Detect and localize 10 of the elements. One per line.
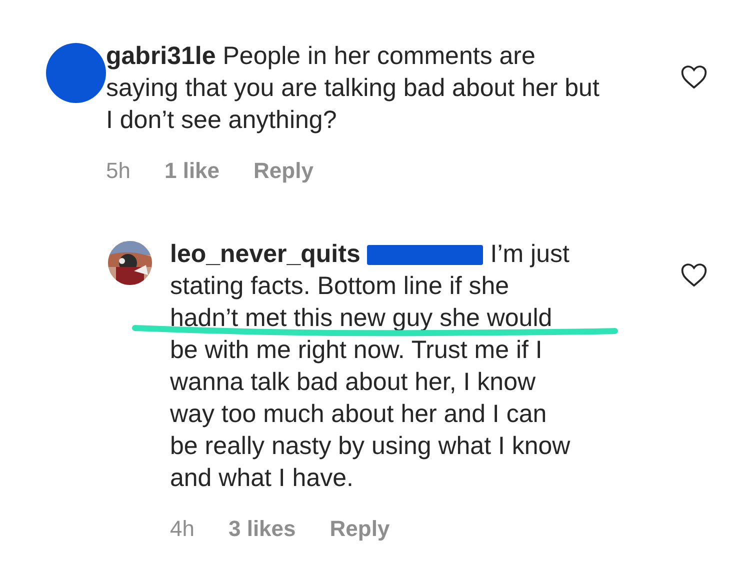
comment-text: leo_never_quits I’m just stating facts. Bottom line if she hadn’t met this new guy she would be with me right now. Trust me if I wanna talk bad about her, I know way too much about her and I can be really nasty by using what I know and what I have. bbox=[170, 239, 572, 494]
reply-link[interactable]: Reply bbox=[254, 154, 314, 187]
heart-icon[interactable] bbox=[680, 262, 708, 288]
heart-icon[interactable] bbox=[680, 64, 708, 90]
reply-link[interactable]: Reply bbox=[330, 512, 390, 545]
like-count[interactable]: 3 likes bbox=[228, 512, 296, 545]
comment-text: gabri31le People in her comments are saying that you are talking bad about her but I don’t see anything? bbox=[106, 41, 600, 136]
comment-time: 5h bbox=[106, 157, 130, 185]
comment-time: 4h bbox=[170, 515, 194, 543]
like-count[interactable]: 1 like bbox=[164, 154, 220, 187]
